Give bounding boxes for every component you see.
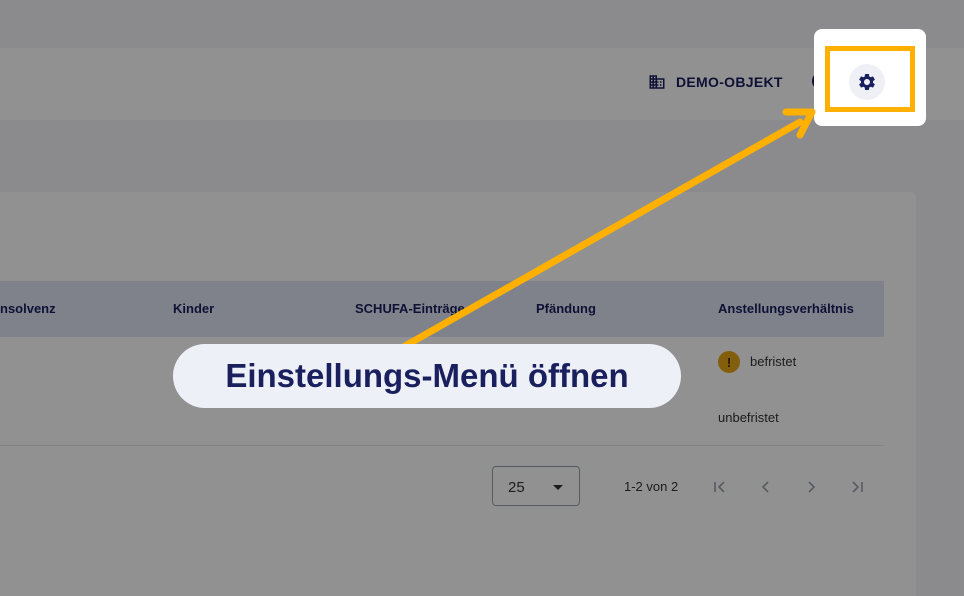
pointer-arrow xyxy=(401,108,816,350)
tutorial-callout: Einstellungs-Menü öffnen xyxy=(173,344,681,408)
